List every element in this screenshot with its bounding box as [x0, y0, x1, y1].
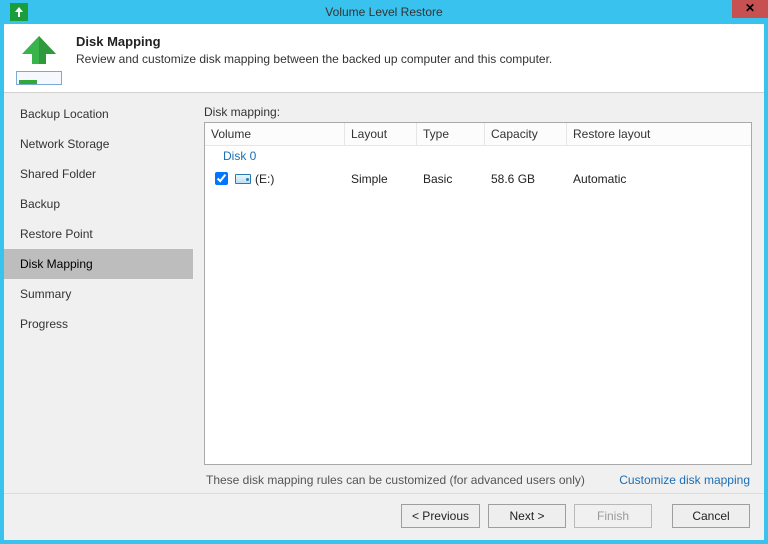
step-network-storage[interactable]: Network Storage [4, 129, 193, 159]
wizard-steps-sidebar: Backup Location Network Storage Shared F… [4, 93, 194, 493]
col-layout[interactable]: Layout [345, 123, 417, 145]
close-button[interactable]: ✕ [732, 0, 768, 18]
step-shared-folder[interactable]: Shared Folder [4, 159, 193, 189]
col-type[interactable]: Type [417, 123, 485, 145]
next-button[interactable]: Next > [488, 504, 566, 528]
col-volume[interactable]: Volume [205, 123, 345, 145]
hint-text: These disk mapping rules can be customiz… [206, 473, 585, 487]
step-summary[interactable]: Summary [4, 279, 193, 309]
volume-type: Basic [417, 172, 485, 186]
page-title: Disk Mapping [76, 34, 552, 49]
window-title: Volume Level Restore [4, 5, 764, 19]
step-progress[interactable]: Progress [4, 309, 193, 339]
volume-name: (E:) [255, 172, 274, 186]
step-backup[interactable]: Backup [4, 189, 193, 219]
step-restore-point[interactable]: Restore Point [4, 219, 193, 249]
grid-label: Disk mapping: [204, 105, 752, 119]
close-icon: ✕ [745, 1, 755, 15]
page-subtitle: Review and customize disk mapping betwee… [76, 52, 552, 66]
wizard-header: Disk Mapping Review and customize disk m… [4, 24, 764, 93]
volume-row[interactable]: (E:) Simple Basic 58.6 GB Automatic [205, 166, 751, 191]
step-backup-location[interactable]: Backup Location [4, 99, 193, 129]
cancel-button[interactable]: Cancel [672, 504, 750, 528]
wizard-icon [16, 34, 62, 80]
col-capacity[interactable]: Capacity [485, 123, 567, 145]
hint-row: These disk mapping rules can be customiz… [204, 465, 752, 493]
wizard-body: Backup Location Network Storage Shared F… [4, 93, 764, 493]
wizard-footer: < Previous Next > Finish Cancel [4, 493, 764, 540]
step-disk-mapping[interactable]: Disk Mapping [4, 249, 193, 279]
col-restore-layout[interactable]: Restore layout [567, 123, 687, 145]
disk-group[interactable]: Disk 0 [205, 146, 751, 166]
volume-layout: Simple [345, 172, 417, 186]
previous-button[interactable]: < Previous [401, 504, 480, 528]
customize-link[interactable]: Customize disk mapping [619, 473, 750, 487]
titlebar: Volume Level Restore ✕ [4, 0, 764, 24]
volume-capacity: 58.6 GB [485, 172, 567, 186]
main-panel: Disk mapping: Volume Layout Type Capacit… [194, 93, 764, 493]
volume-restore-layout: Automatic [567, 172, 687, 186]
volume-checkbox[interactable] [215, 172, 228, 185]
drive-icon [235, 174, 251, 184]
grid-header-row: Volume Layout Type Capacity Restore layo… [205, 123, 751, 146]
progress-bar-icon [16, 71, 62, 85]
disk-mapping-grid[interactable]: Volume Layout Type Capacity Restore layo… [204, 122, 752, 465]
window: Volume Level Restore ✕ Disk Mapping Revi… [0, 0, 768, 544]
finish-button[interactable]: Finish [574, 504, 652, 528]
